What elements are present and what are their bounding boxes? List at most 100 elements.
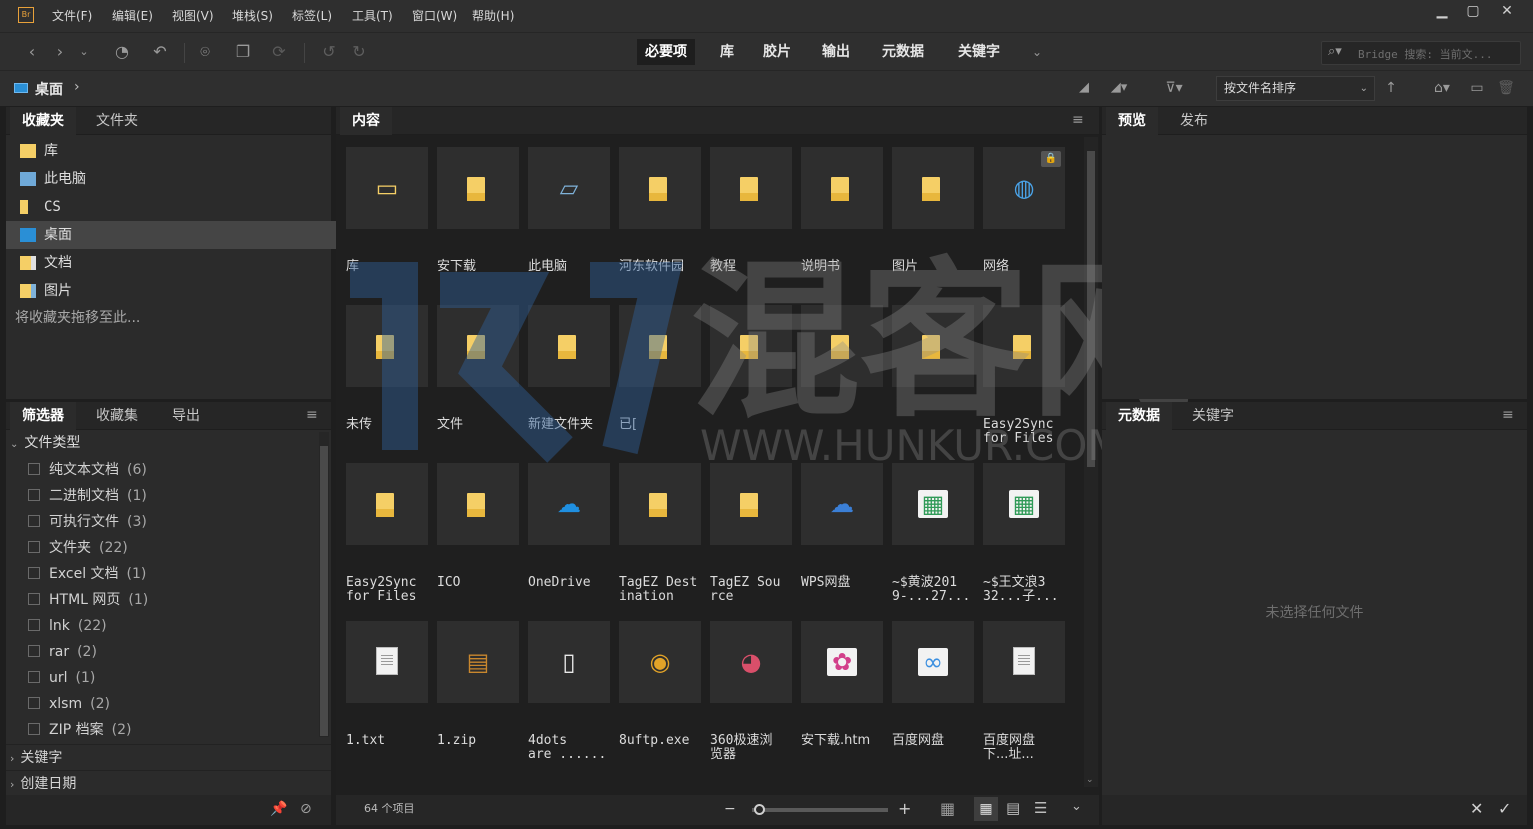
filter-row[interactable]: xlsm (2) xyxy=(28,691,110,717)
sidebar-item-pictures[interactable]: 图片 xyxy=(6,277,336,305)
thumbnail-tile[interactable] xyxy=(619,305,701,387)
thumbnail-tile[interactable] xyxy=(346,621,428,703)
slider-thumb[interactable] xyxy=(754,804,765,815)
thumbnail-tile[interactable] xyxy=(710,147,792,229)
menu-file[interactable]: 文件(F) xyxy=(52,0,92,32)
content-scrollbar[interactable]: ⌄ xyxy=(1084,137,1098,787)
checkbox[interactable] xyxy=(28,541,40,553)
thumbnail-tile[interactable] xyxy=(801,305,883,387)
boomerang-icon[interactable]: ↶ xyxy=(150,40,170,64)
new-folder-icon[interactable]: ▭ xyxy=(1466,76,1488,100)
thumbnail-size-slider[interactable] xyxy=(752,804,888,815)
panel-menu-icon[interactable]: ≡ xyxy=(1502,408,1518,422)
view-details-icon[interactable]: ▤ xyxy=(1006,799,1020,817)
checkbox[interactable] xyxy=(28,593,40,605)
thumbnail-tile[interactable] xyxy=(983,621,1065,703)
filter-row[interactable]: lnk (22) xyxy=(28,613,107,639)
tab-favorites[interactable]: 收藏夹 xyxy=(10,107,76,135)
checkbox[interactable] xyxy=(28,489,40,501)
thumbnail-tile[interactable]: ∞ xyxy=(892,621,974,703)
sort-select[interactable]: 按文件名排序 ⌄ xyxy=(1216,76,1375,101)
thumbnail-tile[interactable] xyxy=(346,305,428,387)
thumbnail-tile[interactable] xyxy=(710,305,792,387)
tab-keywords[interactable]: 关键字 xyxy=(1180,402,1246,430)
thumbnail-tile[interactable]: ◕ xyxy=(710,621,792,703)
menu-tools[interactable]: 工具(T) xyxy=(352,0,393,32)
checkbox[interactable] xyxy=(28,619,40,631)
quality-icon[interactable]: ◢ xyxy=(1074,76,1094,100)
thumbnail-tile[interactable]: ▭ xyxy=(346,147,428,229)
thumbnail-tile[interactable]: ☁ xyxy=(801,463,883,545)
workspace-essentials[interactable]: 必要项 xyxy=(637,39,695,65)
checkbox[interactable] xyxy=(28,671,40,683)
checkbox[interactable] xyxy=(28,723,40,735)
filter-row[interactable]: 可执行文件 (3) xyxy=(28,509,147,535)
search-input[interactable]: ⌕▾ Bridge 搜索: 当前文... xyxy=(1321,41,1521,65)
tab-publish[interactable]: 发布 xyxy=(1168,107,1220,135)
thumbnail-tile[interactable] xyxy=(801,147,883,229)
workspace-metadata[interactable]: 元数据 xyxy=(874,39,932,65)
rotate-left-icon[interactable]: ↺ xyxy=(318,40,340,64)
view-options-icon[interactable]: ⌄ xyxy=(1071,799,1082,814)
minimize-button[interactable]: ▁ xyxy=(1425,0,1459,24)
thumbnail-tile[interactable] xyxy=(619,463,701,545)
thumbnail-tile[interactable]: ☁ xyxy=(528,463,610,545)
thumbnail-tile[interactable] xyxy=(619,147,701,229)
thumbnail-tile[interactable]: ▦ xyxy=(983,463,1065,545)
sidebar-item-desktop[interactable]: 桌面 xyxy=(6,221,336,249)
workspace-library[interactable]: 库 xyxy=(712,39,742,65)
rotate-right-icon[interactable]: ↻ xyxy=(348,40,370,64)
menu-help[interactable]: 帮助(H) xyxy=(472,0,514,32)
checkbox[interactable] xyxy=(28,567,40,579)
view-thumbnails-icon[interactable]: ▦ xyxy=(974,797,998,821)
scrollbar-thumb[interactable] xyxy=(320,446,328,736)
workspace-filmstrip[interactable]: 胶片 xyxy=(755,39,799,65)
thumbnail-tile[interactable]: ◉ xyxy=(619,621,701,703)
filter-row[interactable]: rar (2) xyxy=(28,639,97,665)
checkbox[interactable] xyxy=(28,645,40,657)
sidebar-item-computer[interactable]: 此电脑 xyxy=(6,165,336,193)
trash-icon[interactable]: 🗑 xyxy=(1496,76,1516,100)
workspace-keywords[interactable]: 关键字 xyxy=(950,39,1008,65)
sort-ascending-icon[interactable]: ↑ xyxy=(1382,76,1400,100)
panel-menu-icon[interactable]: ≡ xyxy=(306,408,322,422)
checkbox[interactable] xyxy=(28,515,40,527)
zoom-out-icon[interactable]: − xyxy=(724,801,736,817)
menu-window[interactable]: 窗口(W) xyxy=(412,0,457,32)
tab-metadata[interactable]: 元数据 xyxy=(1106,402,1172,430)
thumbnail-tile[interactable] xyxy=(346,463,428,545)
tab-filter[interactable]: 筛选器 xyxy=(10,402,76,430)
new-folder-options-icon[interactable]: ⌂▾ xyxy=(1424,76,1460,100)
thumbnail-tile[interactable] xyxy=(437,305,519,387)
thumbnail-tile[interactable] xyxy=(437,463,519,545)
thumbnail-tile[interactable]: ▱ xyxy=(528,147,610,229)
scrollbar-thumb[interactable] xyxy=(1087,151,1095,467)
menu-label[interactable]: 标签(L) xyxy=(292,0,332,32)
filter-row[interactable]: HTML 网页 (1) xyxy=(28,587,148,613)
camera-icon[interactable]: ⌾ xyxy=(194,40,216,64)
thumbnail-tile[interactable] xyxy=(437,147,519,229)
filter-icon[interactable]: ⊽▾ xyxy=(1156,76,1192,100)
tab-export[interactable]: 导出 xyxy=(160,402,212,430)
thumbnail-tile[interactable] xyxy=(892,147,974,229)
copy-icon[interactable]: ❐ xyxy=(224,40,262,64)
filter-row[interactable]: url (1) xyxy=(28,665,95,691)
scroll-down-icon[interactable]: ⌄ xyxy=(1086,775,1094,785)
thumbnail-tile[interactable]: ▤ xyxy=(437,621,519,703)
tab-folders[interactable]: 文件夹 xyxy=(84,107,150,135)
checkbox[interactable] xyxy=(28,463,40,475)
breadcrumb-desktop[interactable]: 桌面 xyxy=(35,79,63,99)
sidebar-item-cs[interactable]: CS xyxy=(6,193,336,221)
filter-row[interactable]: ZIP 档案 (2) xyxy=(28,717,131,743)
thumbnail-tile[interactable]: ✿ xyxy=(801,621,883,703)
chevron-down-icon[interactable]: ⌄ xyxy=(76,40,92,64)
maximize-button[interactable]: ▢ xyxy=(1456,0,1490,24)
workspace-output[interactable]: 输出 xyxy=(814,39,858,65)
filter-row[interactable]: 文件夹 (22) xyxy=(28,535,128,561)
menu-edit[interactable]: 编辑(E) xyxy=(112,0,153,32)
forward-icon[interactable]: › xyxy=(50,40,70,64)
refresh-icon[interactable]: ⟳ xyxy=(268,40,290,64)
thumbnail-tile[interactable]: ◍ 🔒 xyxy=(983,147,1065,229)
thumbnail-tile[interactable] xyxy=(528,305,610,387)
thumbnail-tile[interactable]: ▦ xyxy=(892,463,974,545)
